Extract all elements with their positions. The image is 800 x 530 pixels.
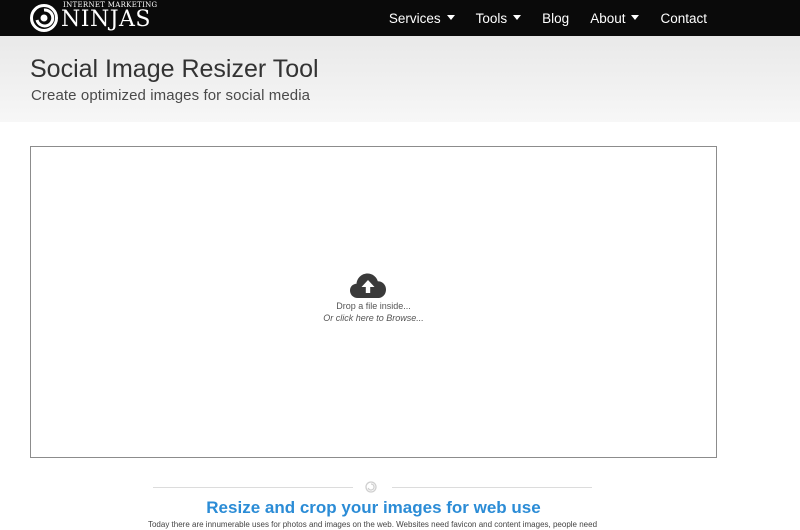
caret-down-icon [446,14,455,20]
nav-item-tools[interactable]: Tools [476,11,522,26]
nav-item-services[interactable]: Services [389,11,455,26]
nav-item-about[interactable]: About [590,10,640,26]
nav-label: Tools [475,10,508,26]
page-subtitle: Create optimized images for social media [31,87,311,104]
divider-right [392,487,592,488]
main-nav: Services Tools Blog About Contact [368,0,707,36]
nav-label: Services [388,10,441,26]
page-header: Social Image Resizer Tool Create optimiz… [0,36,800,122]
logo-wordmark: NINJAS [61,7,151,32]
site-logo[interactable]: INTERNET MARKETING NINJAS [30,0,160,36]
nav-label: Contact [660,10,707,26]
section-intro-text: Today there are innumerable uses for pho… [147,520,598,529]
ninja-swirl-icon [30,4,58,32]
nav-item-blog[interactable]: Blog [542,11,569,26]
nav-item-contact[interactable]: Contact [660,11,707,26]
cloud-upload-icon [350,273,386,298]
browse-link[interactable]: Or click here to Browse... [31,313,716,323]
caret-down-icon [513,14,522,20]
page-title: Social Image Resizer Tool [30,55,319,83]
nav-label: About [590,10,626,26]
swirl-icon [365,481,377,493]
nav-label: Blog [542,10,570,26]
caret-down-icon [631,14,640,20]
drop-prompt: Drop a file inside... [336,301,411,311]
section-heading: Resize and crop your images for web use [206,498,541,517]
divider-left [153,487,353,488]
top-navbar: INTERNET MARKETING NINJAS Services Tools… [0,0,800,36]
file-dropzone[interactable]: Drop a file inside... Or click here to B… [30,146,717,458]
